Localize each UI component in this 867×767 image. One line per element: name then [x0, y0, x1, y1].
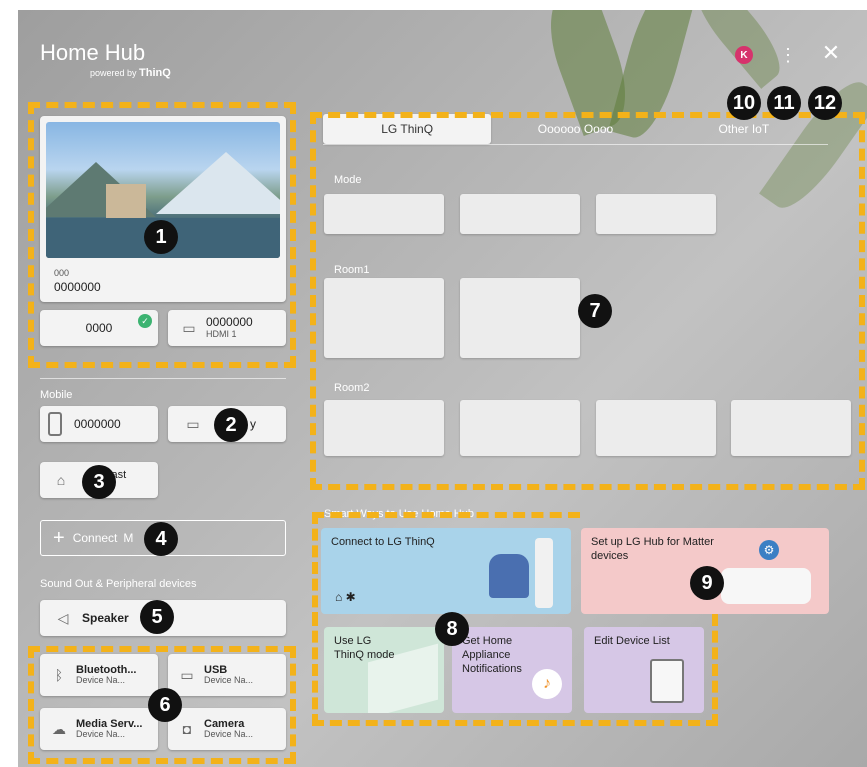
- peripheral-sub: Device Na...: [76, 729, 126, 740]
- notifications-card[interactable]: Get Home Appliance Notifications ♪: [452, 627, 572, 713]
- callout-3: 3: [82, 465, 116, 499]
- close-icon[interactable]: ✕: [820, 40, 842, 65]
- peripheral-card-camera[interactable]: ◘ Camera Device Na...: [168, 708, 286, 750]
- usb-icon: ▭: [180, 666, 194, 683]
- room2-device-tile[interactable]: [324, 400, 444, 456]
- mode-tile[interactable]: [596, 194, 716, 234]
- device-tabs: LG ThinQ Oooooo Oooo Other IoT: [323, 114, 828, 144]
- mode-group-label: Mode: [334, 174, 362, 186]
- callout-8: 8: [435, 612, 469, 646]
- room2-device-tile[interactable]: [460, 400, 580, 456]
- callout-12: 12: [808, 86, 842, 120]
- room2-group-label: Room2: [334, 382, 370, 394]
- tv-card[interactable]: 000 0000000: [40, 116, 286, 302]
- room1-group-label: Room1: [334, 264, 370, 276]
- smart-ways-label: Smart Ways to Use Home Hub: [324, 508, 474, 520]
- clipboard-icon: [650, 659, 684, 703]
- room2-device-tile[interactable]: [731, 400, 851, 456]
- bluetooth-icon: ᛒ: [54, 667, 64, 683]
- airplay-label: y: [250, 417, 256, 431]
- peripheral-card-media-server[interactable]: ☁ Media Serv... Device Na...: [40, 708, 158, 750]
- callout-11: 11: [767, 86, 801, 120]
- edit-device-list-label: Edit Device List: [594, 635, 670, 647]
- person-chair-illustration: [489, 554, 529, 598]
- thinq-mode-card[interactable]: Use LG ThinQ mode: [324, 627, 444, 713]
- callout-10: 10: [727, 86, 761, 120]
- phone-icon: [48, 412, 62, 436]
- connect-thinq-card[interactable]: Connect to LG ThinQ ⌂ ✱: [321, 528, 571, 614]
- mode-tile[interactable]: [460, 194, 580, 234]
- page-title: Home Hub: [40, 40, 146, 65]
- mode-tile[interactable]: [324, 194, 444, 234]
- home-hub-screen: Home Hub powered by ThinQ K ⋮ ✕ 000 0000…: [18, 10, 867, 767]
- callout-5: 5: [140, 600, 174, 634]
- powered-prefix: powered by: [90, 68, 140, 78]
- cast-icon: ⌂: [56, 472, 66, 488]
- room1-device-tile[interactable]: [460, 278, 580, 358]
- edit-device-list-card[interactable]: Edit Device List: [584, 627, 704, 713]
- tab-underline: [323, 144, 828, 145]
- tv-name: 0000000: [54, 280, 101, 294]
- smart-devices-illustration: [721, 568, 811, 604]
- powered-by-label: powered by ThinQ: [90, 67, 171, 79]
- tab-second[interactable]: Oooooo Oooo: [491, 114, 659, 144]
- profile-avatar[interactable]: K: [735, 46, 753, 64]
- input-label: 0000: [85, 321, 113, 335]
- divider: [40, 378, 286, 379]
- mobile-section-label: Mobile: [40, 389, 73, 401]
- callout-2: 2: [214, 408, 248, 442]
- media-server-icon: ☁: [52, 720, 66, 737]
- mobile-device-card[interactable]: 0000000: [40, 406, 158, 442]
- hdmi-port-label: HDMI 1: [206, 328, 237, 339]
- peripheral-sub: Device Na...: [204, 729, 254, 740]
- home-icon: ⌂ ✱: [335, 590, 356, 604]
- gear-icon: ⚙: [759, 540, 779, 560]
- tv-input-current[interactable]: 0000 ✓: [40, 310, 158, 346]
- speaker-icon: ◁: [57, 609, 69, 626]
- callout-4: 4: [144, 522, 178, 556]
- matter-setup-label: Set up LG Hub for Matter devices: [591, 536, 714, 562]
- connect-label-tail: M: [123, 531, 134, 545]
- sound-section-label: Sound Out & Peripheral devices: [40, 578, 197, 590]
- callout-7: 7: [578, 294, 612, 328]
- peripheral-sub: Device Na...: [204, 675, 254, 686]
- tv-input-hdmi[interactable]: ▭ 0000000 HDMI 1: [168, 310, 286, 346]
- room1-device-tile[interactable]: [324, 278, 444, 358]
- hdmi-icon: ▭: [182, 319, 196, 336]
- more-options-icon[interactable]: ⋮: [779, 44, 797, 66]
- check-icon: ✓: [138, 314, 152, 328]
- tab-lg-thinq[interactable]: LG ThinQ: [323, 114, 492, 144]
- connect-thinq-label: Connect to LG ThinQ: [331, 536, 435, 548]
- peripheral-card-bluetooth[interactable]: ᛒ Bluetooth... Device Na...: [40, 654, 158, 696]
- mobile-device-name: 0000000: [74, 417, 121, 431]
- notifications-label: Get Home Appliance Notifications: [462, 635, 522, 675]
- thinq-brand: ThinQ: [139, 67, 171, 79]
- callout-1: 1: [144, 220, 178, 254]
- camera-icon: ◘: [182, 721, 192, 737]
- hdmi-device-name: 0000000: [206, 315, 253, 330]
- peripheral-card-usb[interactable]: ▭ USB Device Na...: [168, 654, 286, 696]
- room2-device-tile[interactable]: [596, 400, 716, 456]
- connect-label: Connect: [72, 531, 118, 545]
- peripheral-sub: Device Na...: [76, 675, 126, 686]
- speaker-label: Speaker: [82, 611, 129, 625]
- airplay-icon: ▭: [186, 415, 200, 432]
- plus-icon: +: [53, 526, 65, 549]
- tv-subtitle: 000: [54, 268, 70, 278]
- callout-6: 6: [148, 688, 182, 722]
- thinq-mode-label: Use LG ThinQ mode: [334, 635, 395, 661]
- callout-9: 9: [690, 566, 724, 600]
